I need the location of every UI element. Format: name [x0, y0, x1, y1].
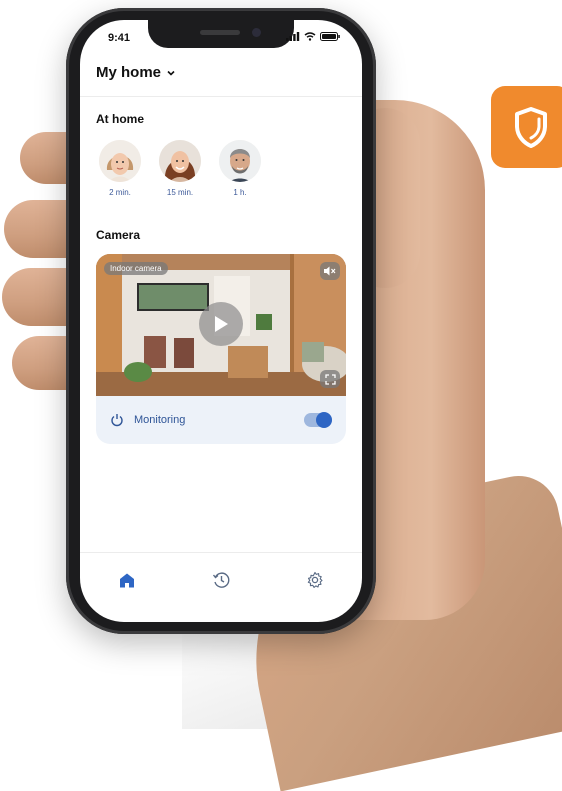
tab-settings[interactable] [295, 567, 335, 593]
home-icon [120, 573, 134, 587]
tab-bar [80, 552, 362, 622]
power-icon [111, 414, 123, 427]
avatar [159, 140, 201, 182]
history-icon [212, 572, 230, 588]
tab-home[interactable] [107, 567, 147, 593]
person-time: 2 min. [109, 188, 131, 197]
signal-icon [286, 32, 300, 41]
person-time: 1 h. [233, 188, 247, 197]
person-item[interactable]: 1 h. [218, 140, 262, 197]
header-divider [80, 96, 362, 97]
phone-speaker [200, 30, 240, 35]
status-time: 9:41 [108, 32, 131, 44]
gear-icon [307, 571, 323, 588]
camera-card: Indoor camera Monitoring [96, 254, 346, 444]
camera-title: Camera [96, 228, 141, 242]
camera-feed[interactable]: Indoor camera [96, 254, 346, 396]
monitoring-label: Monitoring [134, 414, 186, 426]
at-home-title: At home [96, 112, 144, 126]
person-item[interactable]: 15 min. [158, 140, 202, 197]
phone-screen: 9:41 My home At home 2 min. 15 min. 1 h.… [80, 20, 362, 622]
person-item[interactable]: 2 min. [98, 140, 142, 197]
status-icons [286, 32, 340, 41]
monitoring-row: Monitoring [96, 396, 346, 444]
fullscreen-button[interactable] [320, 370, 340, 388]
fullscreen-icon [324, 373, 336, 385]
play-button[interactable] [199, 302, 243, 346]
speaker-muted-icon [324, 266, 336, 276]
people-list: 2 min. 15 min. 1 h. [98, 140, 262, 197]
tab-history[interactable] [201, 567, 241, 593]
front-camera [252, 28, 261, 37]
home-selector[interactable]: My home [96, 64, 175, 81]
wifi-icon [304, 32, 316, 41]
battery-icon [320, 32, 340, 41]
person-time: 15 min. [166, 188, 194, 197]
play-icon [215, 316, 228, 332]
toggle-knob [316, 412, 332, 428]
chevron-down-icon [167, 70, 175, 76]
shield-icon [515, 107, 547, 148]
camera-label: Indoor camera [104, 262, 168, 275]
mute-button[interactable] [320, 262, 340, 280]
avatar [219, 140, 261, 182]
avatar [99, 140, 141, 182]
monitoring-toggle[interactable] [304, 412, 332, 428]
shield-badge [491, 86, 562, 168]
phone-notch [148, 20, 294, 48]
page-title: My home [96, 64, 162, 81]
